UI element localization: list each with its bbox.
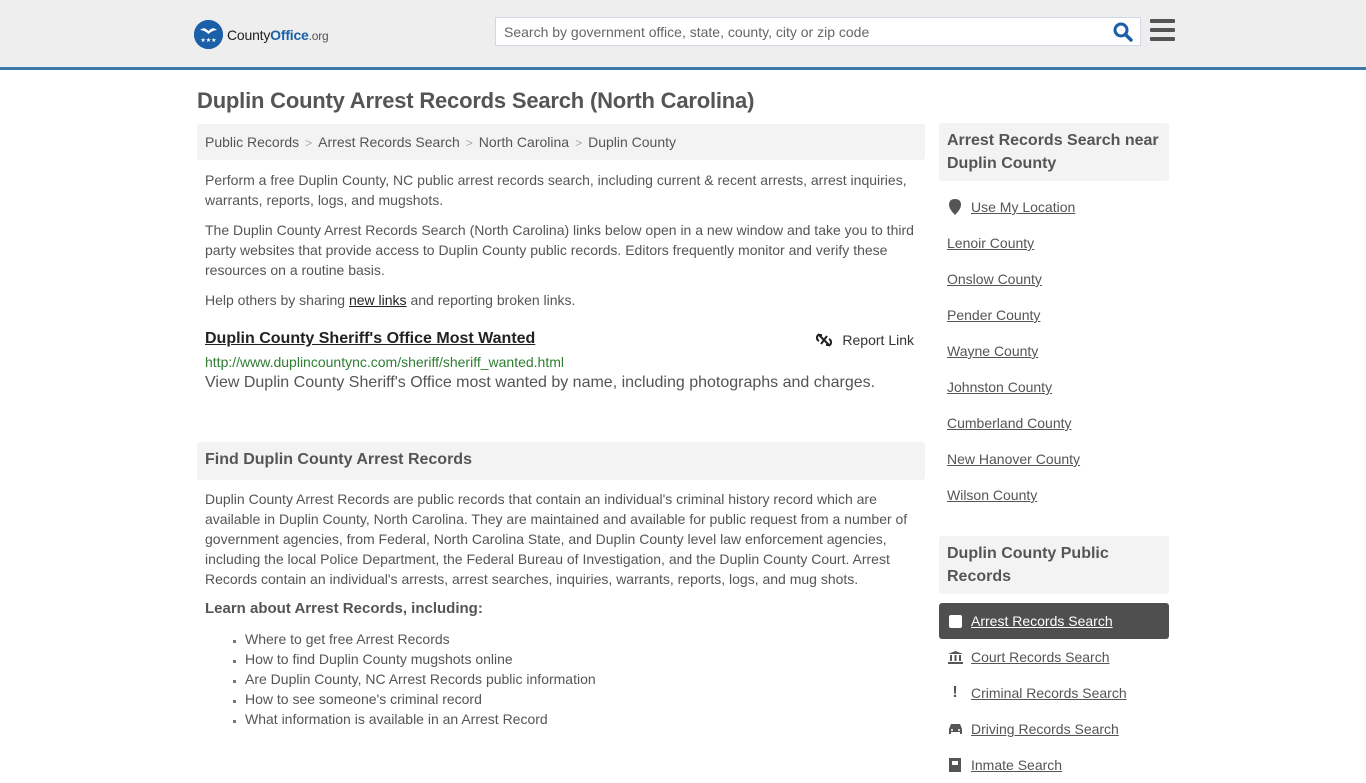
public-records-list: Arrest Records Search Court Records Sear… [939,603,1169,783]
learn-heading: Learn about Arrest Records, including: [205,600,483,617]
share-text: Help others by sharing [205,292,349,308]
nearby-item[interactable]: Cumberland County [939,405,1169,441]
sidebar-link[interactable]: Criminal Records Search [971,685,1127,701]
resource-link-description: View Duplin County Sheriff's Office most… [205,374,876,391]
breadcrumb: Public Records > Arrest Records Search > Nor… [197,124,925,160]
search-icon[interactable] [1112,21,1134,43]
breadcrumb-public-records[interactable]: Public Records [205,134,299,150]
broken-link-icon [816,333,833,347]
courthouse-icon [947,650,963,664]
share-text-end: and reporting broken links. [406,292,576,308]
nearby-county-link[interactable]: Onslow County [947,271,1042,287]
nearby-county-link[interactable]: Cumberland County [947,415,1072,431]
intro-paragraph: Perform a free Duplin County, NC public … [205,172,907,208]
nearby-item[interactable]: New Hanover County [939,441,1169,477]
disclaimer-paragraph: The Duplin County Arrest Records Search … [205,222,914,278]
square-icon [947,614,963,628]
sidebar-item-criminal-records[interactable]: ! Criminal Records Search [939,675,1169,711]
sidebar-link[interactable]: Arrest Records Search [971,613,1113,629]
list-item: How to find Duplin County mugshots onlin… [245,649,596,669]
resource-link-title[interactable]: Duplin County Sheriff's Office Most Want… [205,330,535,347]
breadcrumb-arrest-records[interactable]: Arrest Records Search [318,134,460,150]
hamburger-menu-icon[interactable] [1150,19,1175,41]
site-header: ★★★ CountyOffice.org [0,0,1366,70]
sidebar-link[interactable]: Court Records Search [971,649,1110,665]
nearby-item[interactable]: Onslow County [939,261,1169,297]
page-title: Duplin County Arrest Records Search (Nor… [197,88,755,113]
sidebar-item-court-records[interactable]: Court Records Search [939,639,1169,675]
nearby-item[interactable]: Pender County [939,297,1169,333]
inmate-icon [947,758,963,772]
breadcrumb-separator: > [465,136,473,150]
car-icon [947,723,963,735]
find-section-body: Duplin County Arrest Records are public … [205,491,908,587]
map-pin-icon [947,199,963,215]
nearby-item[interactable]: Lenoir County [939,225,1169,261]
svg-text:★★★: ★★★ [200,37,216,44]
learn-list: Where to get free Arrest Records How to … [245,629,596,729]
list-item: Are Duplin County, NC Arrest Records pub… [245,669,596,689]
exclamation-icon: ! [952,684,958,701]
resource-link-item: Duplin County Sheriff's Office Most Want… [205,330,920,392]
nearby-county-link[interactable]: Pender County [947,307,1040,323]
search-input[interactable] [496,18,1096,45]
list-item: How to see someone's criminal record [245,689,596,709]
use-my-location-link[interactable]: Use My Location [971,199,1075,215]
share-paragraph: Help others by sharing new links and rep… [205,290,920,310]
breadcrumb-duplin-county[interactable]: Duplin County [588,134,676,150]
nearby-county-link[interactable]: Wilson County [947,487,1037,503]
breadcrumb-north-carolina[interactable]: North Carolina [479,134,569,150]
search-box [495,17,1141,46]
public-records-heading: Duplin County Public Records [939,536,1169,594]
use-location-item[interactable]: Use My Location [939,189,1169,225]
list-item: Where to get free Arrest Records [245,629,596,649]
sidebar-link[interactable]: Driving Records Search [971,721,1119,737]
nearby-county-link[interactable]: Lenoir County [947,235,1034,251]
nearby-county-link[interactable]: New Hanover County [947,451,1080,467]
nearby-county-link[interactable]: Wayne County [947,343,1038,359]
intro-section: Perform a free Duplin County, NC public … [205,170,920,320]
sidebar-link[interactable]: Inmate Search [971,757,1062,773]
nearby-sidebar: Arrest Records Search near Duplin County… [939,123,1169,513]
nearby-list: Use My Location Lenoir County Onslow Cou… [939,189,1169,513]
sidebar-item-inmate-search[interactable]: Inmate Search [939,747,1169,783]
breadcrumb-separator: > [575,136,583,150]
sidebar-item-arrest-records[interactable]: Arrest Records Search [939,603,1169,639]
site-logo[interactable]: ★★★ CountyOffice.org [194,20,329,49]
breadcrumb-separator: > [305,136,313,150]
public-records-sidebar: Duplin County Public Records Arrest Reco… [939,536,1169,783]
logo-text: CountyOffice.org [227,26,329,43]
find-section-heading: Find Duplin County Arrest Records [197,442,925,480]
report-link-button[interactable]: Report Link [816,332,914,348]
new-links-link[interactable]: new links [349,292,407,308]
nearby-item[interactable]: Johnston County [939,369,1169,405]
report-link-label: Report Link [842,332,914,348]
list-item: What information is available in an Arre… [245,709,596,729]
sidebar-item-driving-records[interactable]: Driving Records Search [939,711,1169,747]
nearby-item[interactable]: Wayne County [939,333,1169,369]
nearby-county-link[interactable]: Johnston County [947,379,1052,395]
nearby-heading: Arrest Records Search near Duplin County [939,123,1169,181]
resource-link-url: http://www.duplincountync.com/sheriff/sh… [205,354,564,370]
nearby-item[interactable]: Wilson County [939,477,1169,513]
eagle-logo-icon: ★★★ [194,20,223,49]
